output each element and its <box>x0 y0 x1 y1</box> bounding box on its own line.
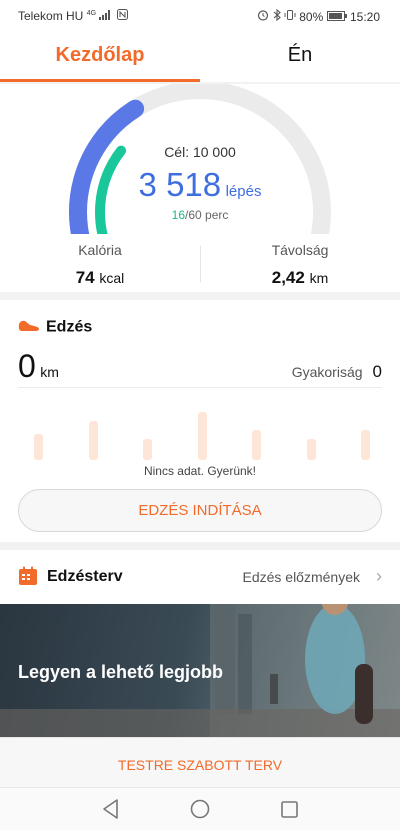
calories-readout: 74 kcal <box>0 268 200 288</box>
placeholder-bar <box>88 421 98 460</box>
custom-plan-button[interactable]: TESTRE SZABOTT TERV <box>0 737 400 787</box>
active-minutes-value: 16 <box>171 208 185 222</box>
placeholder-bar <box>197 412 207 460</box>
chevron-right-icon: › <box>376 566 382 586</box>
running-shoe-icon <box>18 318 40 337</box>
active-tab-indicator <box>0 79 200 82</box>
workout-history-link[interactable]: Edzés előzmények <box>242 569 360 585</box>
carrier-name: Telekom HU <box>18 9 84 23</box>
workout-header[interactable]: Edzés <box>18 318 92 337</box>
daily-activity-card[interactable]: Cél: 10 000 3 518 lépés 16/60 perc Kalór… <box>0 84 400 292</box>
tab-me[interactable]: Én <box>200 32 400 82</box>
signal-icon <box>99 9 116 23</box>
placeholder-bar <box>306 439 316 460</box>
distance-value: 2,42 <box>271 268 305 287</box>
workout-frequency: Gyakoriság 0 <box>292 362 382 382</box>
workout-divider <box>18 387 382 388</box>
frequency-value: 0 <box>372 362 382 381</box>
status-right: 80% 15:20 <box>257 8 380 24</box>
nfc-icon <box>116 9 128 23</box>
status-bar: Telekom HU 4G 80% 15:20 <box>0 0 400 32</box>
top-tabs: Kezdőlap Én <box>0 32 400 82</box>
workout-km-value: 0 <box>18 348 36 384</box>
clock: 15:20 <box>349 10 380 24</box>
calories-unit: kcal <box>99 270 125 286</box>
active-minutes-total: /60 perc <box>185 208 229 222</box>
workout-distance: 0 km <box>18 348 59 385</box>
placeholder-bar <box>34 434 43 460</box>
steps-unit: lépés <box>225 183 262 200</box>
tab-home-label: Kezdőlap <box>55 44 145 66</box>
battery-percent: 80% <box>299 10 324 24</box>
placeholder-bar <box>252 430 261 460</box>
steps-value: 3 518 <box>138 166 222 203</box>
network-type: 4G <box>86 10 97 17</box>
training-plan-row[interactable]: Edzésterv Edzés előzmények › <box>0 550 400 604</box>
status-left: Telekom HU 4G <box>18 9 128 23</box>
tab-home[interactable]: Kezdőlap <box>0 32 200 82</box>
workout-title: Edzés <box>46 318 93 336</box>
alarm-icon <box>257 10 272 24</box>
frequency-label: Gyakoriság <box>291 364 363 380</box>
distance-stat: Távolság 2,42 km <box>200 242 400 288</box>
calories-stat: Kalória 74 kcal <box>0 242 200 288</box>
no-data-message: Nincs adat. Gyerünk! <box>143 464 257 478</box>
home-icon[interactable] <box>185 796 215 822</box>
banner-text: Legyen a lehető legjobb <box>18 662 224 682</box>
goal-label: Cél: 10 000 <box>164 144 236 160</box>
distance-label: Távolság <box>271 242 329 258</box>
calories-value: 74 <box>75 268 95 287</box>
bluetooth-icon <box>273 8 284 24</box>
battery-icon <box>326 10 350 24</box>
calendar-icon <box>18 566 38 591</box>
distance-unit: km <box>309 270 329 286</box>
back-icon[interactable] <box>96 796 126 822</box>
recents-icon[interactable] <box>274 796 304 822</box>
tab-me-label: Én <box>287 44 313 66</box>
placeholder-bar <box>361 430 370 460</box>
motivation-banner[interactable]: Legyen a lehető legjobb <box>0 604 400 737</box>
calories-label: Kalória <box>78 242 122 258</box>
start-workout-button[interactable]: EDZÉS INDÍTÁSA <box>18 489 382 532</box>
vibrate-icon <box>284 10 299 24</box>
training-plan-title: Edzésterv <box>47 568 123 585</box>
system-navigation-bar <box>0 787 400 830</box>
active-minutes: 16/60 perc <box>0 208 400 222</box>
custom-plan-label: TESTRE SZABOTT TERV <box>117 757 283 773</box>
distance-readout: 2,42 km <box>200 268 400 288</box>
steps-readout: 3 518 lépés <box>0 166 400 204</box>
workout-km-unit: km <box>40 364 59 380</box>
placeholder-bar <box>143 439 152 460</box>
workout-card: Edzés 0 km Gyakoriság 0 Nincs adat. Gyerü… <box>0 300 400 542</box>
